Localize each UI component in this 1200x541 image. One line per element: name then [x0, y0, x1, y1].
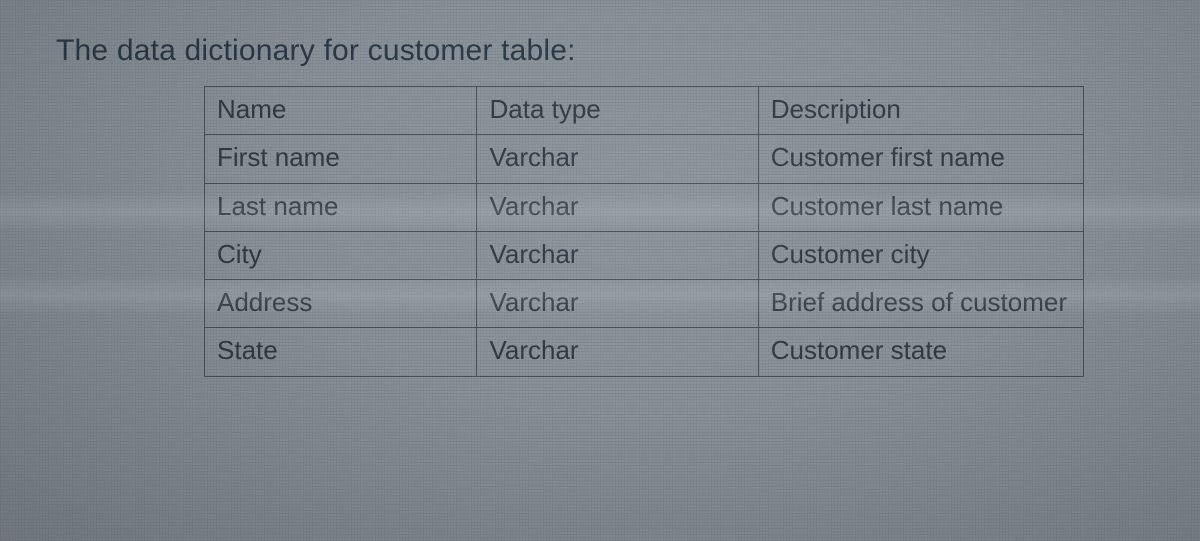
data-dictionary-table-wrap: Name Data type Description First name Va…: [204, 86, 1084, 377]
cell-type: Varchar: [477, 231, 758, 279]
table-header-row: Name Data type Description: [205, 87, 1084, 135]
cell-type: Varchar: [477, 135, 758, 183]
cell-desc: Brief address of customer: [758, 280, 1083, 328]
data-dictionary-table: Name Data type Description First name Va…: [204, 86, 1084, 377]
cell-desc: Customer state: [758, 328, 1083, 376]
col-header-desc: Description: [758, 87, 1083, 135]
table-row: Address Varchar Brief address of custome…: [205, 280, 1084, 328]
col-header-type: Data type: [477, 87, 758, 135]
cell-name: State: [205, 328, 477, 376]
cell-desc: Customer city: [758, 231, 1083, 279]
table-row: Last name Varchar Customer last name: [205, 183, 1084, 231]
document: The data dictionary for customer table: …: [0, 0, 1200, 377]
table-row: First name Varchar Customer first name: [205, 135, 1084, 183]
cell-type: Varchar: [477, 183, 758, 231]
cell-name: City: [205, 231, 477, 279]
cell-type: Varchar: [477, 280, 758, 328]
cell-desc: Customer first name: [758, 135, 1083, 183]
table-row: City Varchar Customer city: [205, 231, 1084, 279]
cell-name: Address: [205, 280, 477, 328]
cell-type: Varchar: [477, 328, 758, 376]
cell-name: Last name: [205, 183, 477, 231]
page-title: The data dictionary for customer table:: [56, 34, 1144, 68]
cell-name: First name: [205, 135, 477, 183]
cell-desc: Customer last name: [758, 183, 1083, 231]
col-header-name: Name: [205, 87, 477, 135]
table-row: State Varchar Customer state: [205, 328, 1084, 376]
